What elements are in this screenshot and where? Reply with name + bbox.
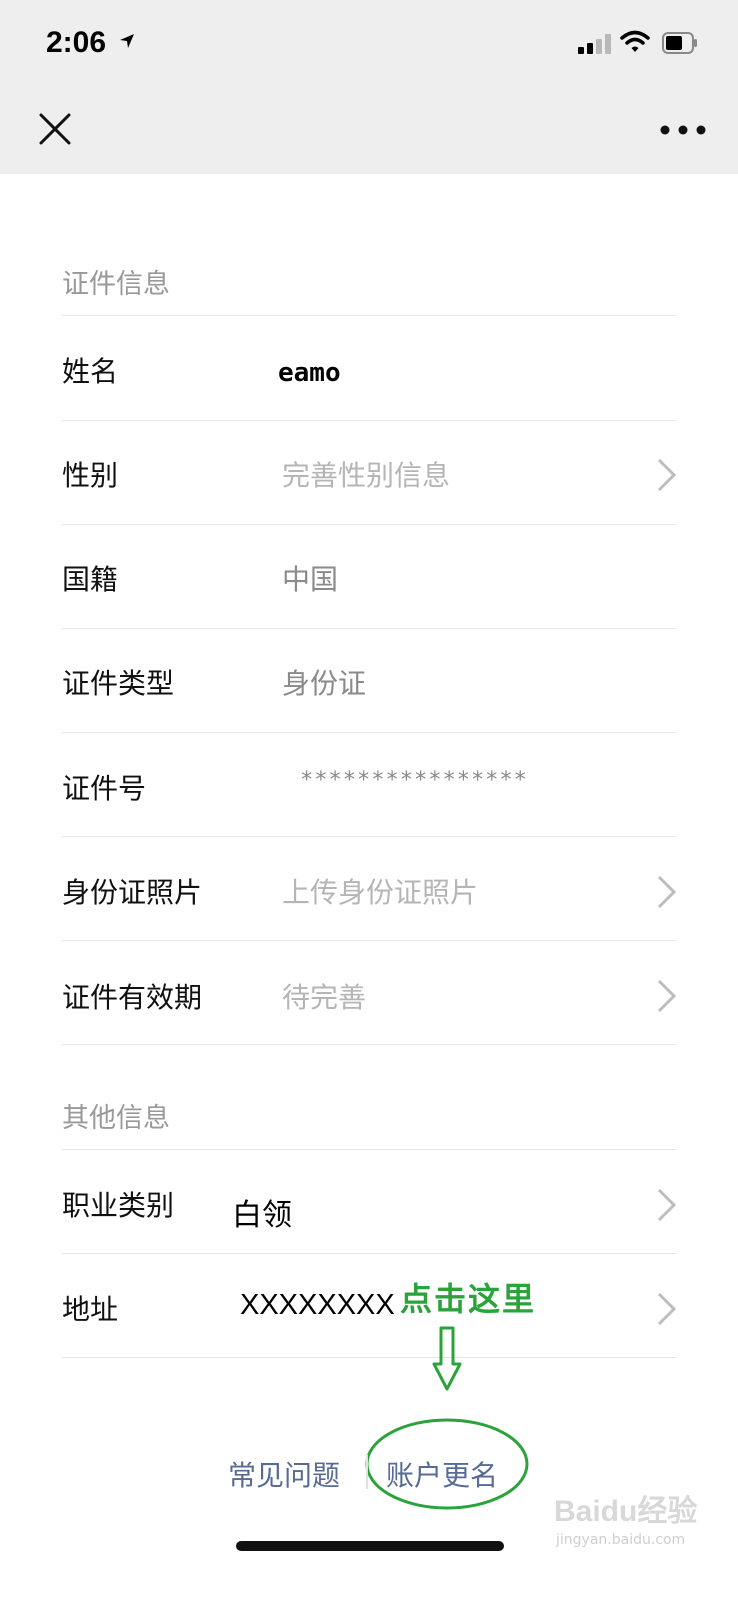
row-gender-label: 性别 [62,459,119,492]
row-id-type-label: 证件类型 [62,667,175,700]
divider [62,1044,676,1045]
chevron-right-icon [657,875,677,909]
row-id-type-value: 身份证 [282,667,367,700]
location-arrow-icon [120,34,134,48]
row-name [62,316,676,420]
chevron-right-icon [657,979,677,1013]
divider [62,1357,676,1358]
row-gender-value: 完善性别信息 [282,459,451,492]
signal-icon [578,34,611,54]
row-occupation-value: 白领 [232,1198,292,1233]
account-rename-link[interactable]: 账户更名 [386,1454,498,1494]
divider [62,732,676,733]
row-address-value: XXXXXXXX [240,1289,395,1321]
close-icon[interactable] [38,112,72,146]
watermark-url: jingyan.baidu.com [556,1532,686,1548]
section-title-id-info: 证件信息 [62,269,170,300]
chevron-right-icon [657,1292,677,1326]
home-indicator[interactable] [236,1541,504,1551]
row-name-value: eamo [278,358,341,388]
battery-icon [662,32,697,54]
row-id-validity-label: 证件有效期 [62,981,203,1014]
more-icon[interactable] [660,120,706,140]
faq-link[interactable]: 常见问题 [228,1454,340,1494]
footer-separator [366,1455,368,1489]
section-title-other-info: 其他信息 [62,1103,170,1134]
wifi-icon [620,30,650,52]
annotation-text: 点击这里 [400,1280,537,1318]
watermark-logo: Baidu经验 [554,1495,698,1528]
chevron-right-icon [657,458,677,492]
divider [62,628,676,629]
row-id-validity-value: 待完善 [282,981,367,1014]
row-id-number-value: **************** [300,768,528,793]
chevron-right-icon [657,1188,677,1222]
row-nationality-value: 中国 [282,563,339,596]
down-arrow-icon [432,1326,462,1391]
row-nationality-label: 国籍 [62,563,119,596]
row-name-label: 姓名 [62,355,119,388]
row-address-label: 地址 [62,1293,119,1326]
divider [62,524,676,525]
nav-bar [0,90,738,174]
status-time: 2:06 [46,26,107,59]
row-id-number-label: 证件号 [62,772,147,805]
row-occupation-label: 职业类别 [62,1189,175,1222]
row-id-photo-value: 上传身份证照片 [282,876,479,909]
row-id-photo-label: 身份证照片 [62,876,203,909]
